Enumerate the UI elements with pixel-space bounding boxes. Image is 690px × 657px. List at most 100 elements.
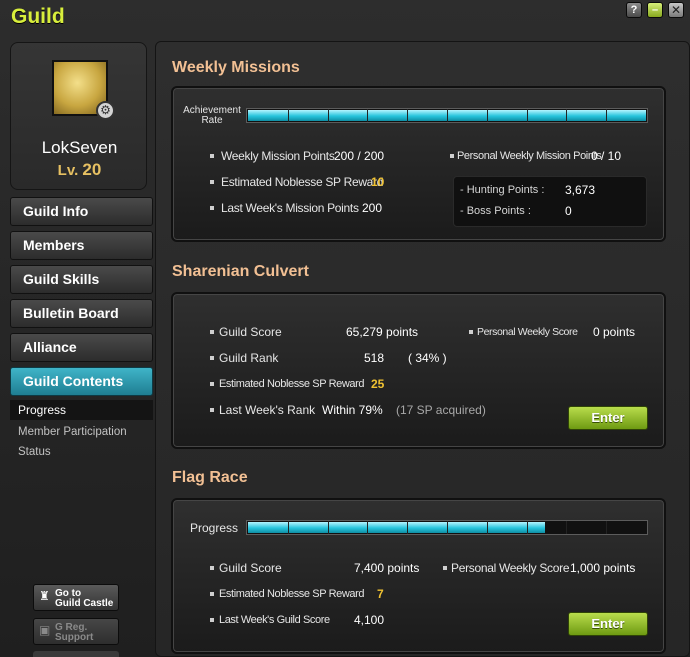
weekly-sp-reward-value: 10	[371, 175, 385, 189]
gear-icon[interactable]: ⚙	[96, 101, 115, 120]
culvert-title: Sharenian Culvert	[172, 263, 309, 280]
bar-segment-divider	[447, 521, 448, 534]
sidebar-footer-button[interactable]	[33, 651, 119, 657]
bar-segment-divider	[367, 109, 368, 122]
bullet-icon	[210, 206, 214, 210]
profile-card: ⚙ LokSeven Lv. 20	[10, 42, 147, 190]
bar-segment-divider	[288, 521, 289, 534]
flag-race-title: Flag Race	[172, 469, 248, 486]
bullet-icon	[450, 154, 454, 158]
achievement-rate-label: Achievement Rate	[183, 106, 241, 126]
flag-sp-reward-value: 7	[377, 587, 384, 601]
go-to-guild-castle-button[interactable]: ♜ Go to Guild Castle	[33, 584, 119, 611]
bar-segment-divider	[527, 109, 528, 122]
flag-progress-fill	[248, 522, 545, 533]
achievement-label-line2: Rate	[201, 115, 223, 126]
window-title: Guild	[11, 5, 65, 28]
hunting-points-label: - Hunting Points :	[460, 184, 545, 196]
weekly-mission-points-label: Weekly Mission Points	[221, 149, 335, 163]
culvert-guild-rank-percent: ( 34% )	[408, 351, 447, 365]
nav-guild-skills[interactable]: Guild Skills	[10, 265, 153, 294]
culvert-sp-reward-value: 25	[371, 377, 385, 391]
character-level: Lv. 20	[11, 160, 148, 180]
level-prefix: Lv.	[57, 162, 79, 179]
nav-alliance[interactable]: Alliance	[10, 333, 153, 362]
bar-segment-divider	[566, 109, 567, 122]
bar-segment-divider	[407, 521, 408, 534]
culvert-personal-score-value: 0 points	[593, 325, 636, 339]
personal-weekly-mission-points-label: Personal Weekly Mission Points	[457, 150, 602, 162]
bar-segment-divider	[407, 109, 408, 122]
boss-points-label: - Boss Points :	[460, 205, 531, 217]
weekly-sp-reward-label: Estimated Noblesse SP Reward	[221, 175, 384, 189]
flag-guild-score-value: 7,400 points	[354, 561, 420, 575]
bar-segment-divider	[606, 109, 607, 122]
flag-sp-reward-label: Estimated Noblesse SP Reward	[219, 588, 365, 600]
culvert-guild-score-value: 65,279 points	[346, 325, 419, 339]
culvert-last-rank-label: Last Week's Rank	[219, 403, 316, 417]
flag-personal-score-value: 1,000 points	[570, 561, 636, 575]
last-week-mission-points-value: 200	[362, 201, 383, 215]
castle-button-line2: Guild Castle	[55, 598, 114, 609]
flag-enter-button[interactable]: Enter	[568, 612, 648, 636]
boss-points-value: 0	[565, 204, 572, 218]
bar-segment-divider	[367, 521, 368, 534]
bar-segment-divider	[566, 521, 567, 534]
subnav-member-participation[interactable]: Member Participation Status	[10, 422, 153, 458]
guild-reg-support-button[interactable]: ▣ G Reg. Support	[33, 618, 119, 645]
weekly-mission-points-value: 200 / 200	[334, 149, 385, 163]
bar-segment-divider	[328, 109, 329, 122]
help-button[interactable]: ?	[626, 2, 642, 18]
bullet-icon	[210, 592, 214, 596]
bullet-icon	[210, 566, 214, 570]
flag-progress-bar	[246, 520, 648, 535]
nav-guild-info[interactable]: Guild Info	[10, 197, 153, 226]
subnav-progress[interactable]: Progress	[10, 400, 153, 420]
bullet-icon	[210, 180, 214, 184]
bullet-icon	[210, 356, 214, 360]
culvert-guild-rank-value: 518	[364, 351, 385, 365]
flag-personal-score-label: Personal Weekly Score	[451, 561, 570, 575]
bullet-icon	[210, 382, 214, 386]
culvert-guild-score-label: Guild Score	[219, 325, 282, 339]
culvert-enter-button[interactable]: Enter	[568, 406, 648, 430]
flag-last-score-label: Last Week's Guild Score	[219, 614, 330, 626]
bullet-icon	[210, 154, 214, 158]
nav-guild-contents[interactable]: Guild Contents	[10, 367, 153, 396]
culvert-last-rank-value: Within 79%	[322, 403, 383, 417]
level-number: 20	[82, 160, 102, 179]
title-bar[interactable]: Guild ? – ✕	[0, 0, 690, 36]
support-button-line2: Support	[55, 632, 94, 643]
flag-last-score-value: 4,100	[354, 613, 385, 627]
bullet-icon	[210, 330, 214, 334]
bar-segment-divider	[487, 521, 488, 534]
achievement-rate-bar	[246, 108, 648, 123]
close-button[interactable]: ✕	[668, 2, 684, 18]
nav-members[interactable]: Members	[10, 231, 153, 260]
bullet-icon	[210, 618, 214, 622]
culvert-guild-rank-label: Guild Rank	[219, 351, 279, 365]
culvert-sp-reward-label: Estimated Noblesse SP Reward	[219, 378, 365, 390]
weekly-missions-title: Weekly Missions	[172, 59, 300, 76]
culvert-personal-score-label: Personal Weekly Score	[477, 326, 578, 338]
bullet-icon	[210, 408, 214, 412]
bar-segment-divider	[328, 521, 329, 534]
flag-guild-score-label: Guild Score	[219, 561, 282, 575]
bar-segment-divider	[527, 521, 528, 534]
bar-segment-divider	[447, 109, 448, 122]
hunting-points-value: 3,673	[565, 183, 596, 197]
bullet-icon	[469, 330, 473, 334]
bar-segment-divider	[288, 109, 289, 122]
nav-bulletin-board[interactable]: Bulletin Board	[10, 299, 153, 328]
minimize-button[interactable]: –	[647, 2, 663, 18]
last-week-mission-points-label: Last Week's Mission Points	[221, 201, 359, 215]
castle-icon: ♜	[39, 589, 50, 603]
personal-weekly-mission-points-value: 0 / 10	[591, 149, 622, 163]
bar-segment-divider	[606, 521, 607, 534]
flag-progress-label: Progress	[190, 521, 239, 535]
character-name: LokSeven	[41, 138, 118, 157]
culvert-last-rank-note: (17 SP acquired)	[396, 403, 486, 417]
bullet-icon	[443, 566, 447, 570]
guild-window: Guild ? – ✕ ⚙ LokSeven Lv. 20 Guild Info…	[0, 0, 690, 657]
bar-segment-divider	[487, 109, 488, 122]
